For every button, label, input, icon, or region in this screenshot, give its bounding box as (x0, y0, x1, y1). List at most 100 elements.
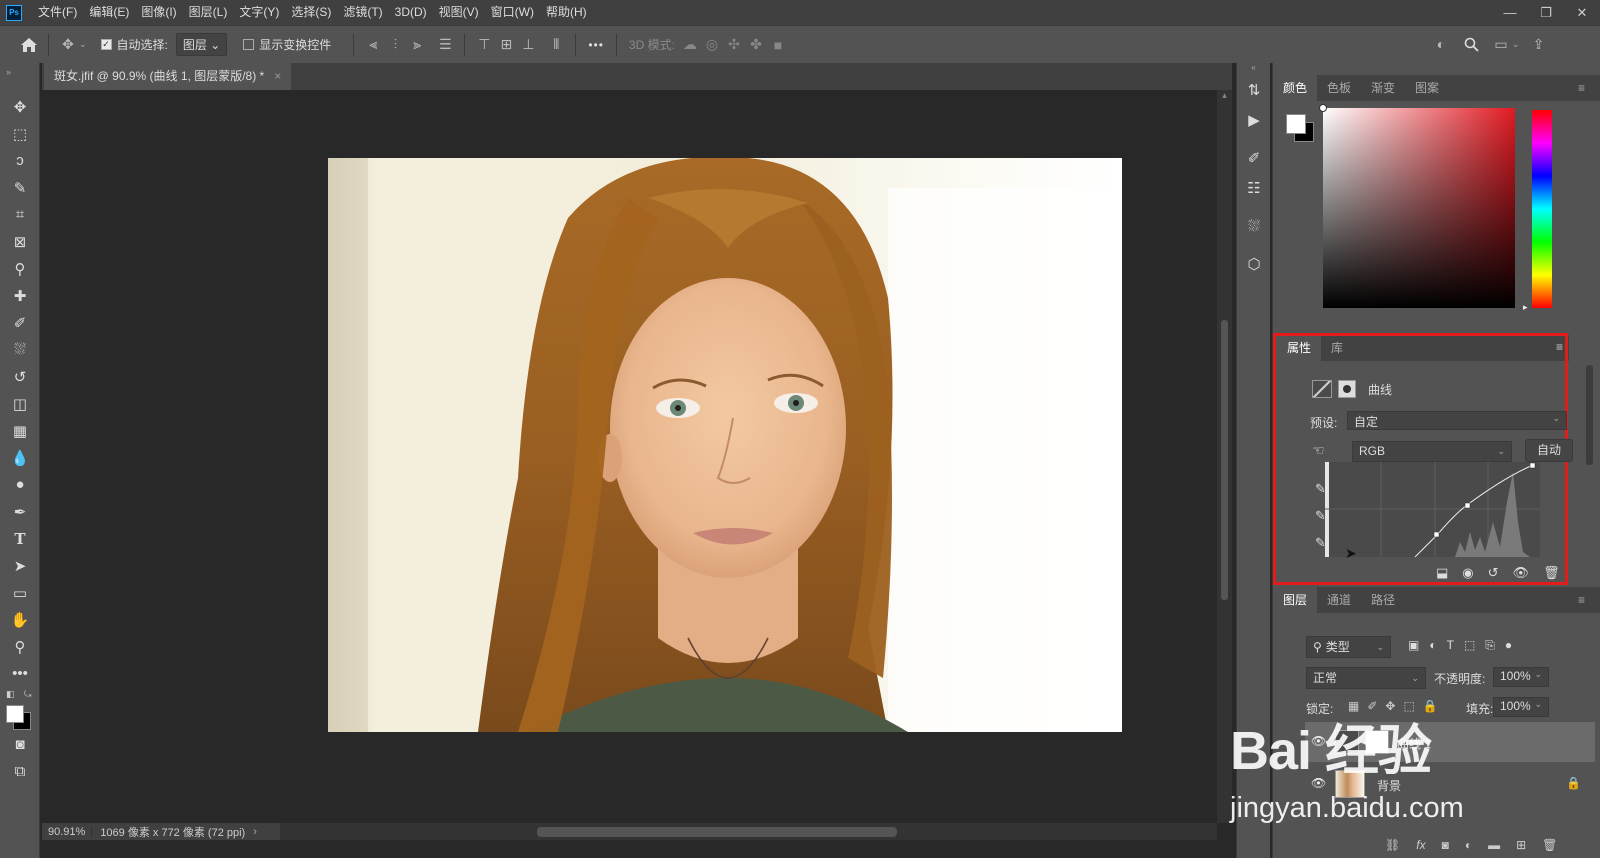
horizontal-scrollbar[interactable] (280, 823, 1217, 840)
blend-mode-dropdown[interactable]: 正常 ⌄ (1306, 667, 1426, 689)
menu-3d[interactable]: 3D(D) (389, 0, 433, 25)
marquee-tool-icon[interactable]: ⬚ (0, 120, 40, 147)
tab-patterns[interactable]: 图案 (1405, 75, 1449, 101)
lasso-tool-icon[interactable]: ↄ (0, 147, 40, 174)
panel-menu-icon[interactable]: ≡ (1568, 75, 1595, 101)
chevron-down-icon[interactable]: ⌄ (1512, 39, 1520, 50)
document-tab[interactable]: 斑女.jfif @ 90.9% (曲线 1, 图层蒙版/8) * × (44, 63, 292, 90)
more-options-button[interactable]: ••• (588, 38, 604, 52)
curves-graph[interactable] (1325, 462, 1540, 558)
hue-slider-handle[interactable]: ▸ (1523, 302, 1528, 313)
dodge-tool-icon[interactable]: ● (0, 471, 40, 498)
search-icon[interactable] (1460, 33, 1482, 55)
pen-tool-icon[interactable]: ✒ (0, 498, 40, 525)
workspace-icon[interactable]: ▭ (1490, 33, 1512, 55)
panel-menu-icon[interactable]: ≡ (1568, 587, 1595, 613)
quick-mask-icon[interactable]: ◙ (0, 731, 40, 758)
tab-channels[interactable]: 通道 (1317, 587, 1361, 613)
type-tool-icon[interactable]: T (0, 525, 40, 552)
blur-tool-icon[interactable]: 💧 (0, 444, 40, 471)
clone-stamp-tool-icon[interactable]: ⛆ (0, 336, 40, 363)
clone-source-icon[interactable]: ⛆ (1237, 211, 1271, 241)
home-icon[interactable] (18, 34, 40, 56)
fill-input[interactable]: 100% ⌄ (1493, 697, 1549, 717)
collapse-arrows-icon[interactable]: « (1237, 63, 1270, 75)
zoom-level[interactable]: 90.91% (42, 825, 93, 838)
tab-swatches[interactable]: 色板 (1317, 75, 1361, 101)
move-tool-icon[interactable]: ✥ (0, 93, 40, 120)
scroll-up-arrow-icon[interactable]: ▴ (1217, 90, 1232, 101)
tab-gradients[interactable]: 渐变 (1361, 75, 1405, 101)
adjustments-panel-icon[interactable]: ☷ (1237, 173, 1271, 203)
preset-dropdown[interactable]: 自定 ⌄ (1347, 411, 1567, 430)
healing-brush-tool-icon[interactable]: ✚ (0, 282, 40, 309)
gradient-tool-icon[interactable]: ▦ (0, 417, 40, 444)
tab-paths[interactable]: 路径 (1361, 587, 1405, 613)
foreground-color-swatch[interactable] (6, 705, 24, 723)
screen-mode-icon[interactable]: ⧉ (0, 758, 40, 785)
add-mask-icon[interactable]: ◙ (1442, 838, 1449, 852)
minimize-button[interactable]: — (1492, 0, 1528, 25)
show-transform-checkbox[interactable] (243, 39, 255, 50)
link-layers-icon[interactable]: ⛓ (1385, 838, 1400, 852)
history-panel-icon[interactable]: ⇅ (1237, 75, 1271, 105)
status-menu-arrow[interactable]: › (253, 826, 257, 838)
align-left-icon[interactable]: ⫷ (362, 34, 384, 56)
hand-tool-icon[interactable]: ✋ (0, 606, 40, 633)
restore-button[interactable]: ❐ (1528, 0, 1564, 25)
menu-edit[interactable]: 编辑(E) (83, 0, 135, 25)
properties-scrollbar[interactable] (1586, 365, 1593, 465)
auto-select-option[interactable]: ✓ 自动选择: 图层 ⌄ (100, 33, 228, 56)
align-right-icon[interactable]: ⫸ (406, 34, 428, 56)
curves-adjustment-icon[interactable] (1312, 380, 1332, 398)
collapse-arrows-icon[interactable]: » (0, 63, 39, 93)
align-top-icon[interactable]: ⊤ (473, 34, 495, 56)
foreground-color-swatch[interactable] (1286, 114, 1306, 134)
visibility-icon[interactable]: 👁 (1513, 565, 1530, 581)
swap-colors-icon[interactable]: ⤿ (24, 689, 32, 700)
menu-type[interactable]: 文字(Y) (233, 0, 285, 25)
vertical-scroll-thumb[interactable] (1221, 320, 1228, 600)
target-adjust-hand-icon[interactable]: ☜ (1312, 442, 1325, 459)
actions-panel-icon[interactable]: ▶ (1237, 105, 1271, 135)
adjustment-layer-filter-icon[interactable]: ◐ (1429, 638, 1436, 653)
document-image[interactable] (328, 158, 1122, 732)
path-select-tool-icon[interactable]: ➤ (0, 552, 40, 579)
align-vcenter-icon[interactable]: ⊞ (495, 34, 517, 56)
default-colors-icon[interactable]: ◧ (6, 689, 15, 700)
3d-orbit-icon[interactable]: ☁ (679, 34, 701, 56)
layer-filter-dropdown[interactable]: ⚲ 类型 ⌄ (1306, 636, 1391, 658)
menu-filter[interactable]: 滤镜(T) (337, 0, 388, 25)
chevron-down-icon[interactable]: ⌄ (79, 39, 87, 50)
color-picker-field[interactable] (1319, 104, 1515, 308)
auto-select-dropdown[interactable]: 图层 ⌄ (175, 33, 228, 56)
hue-slider[interactable] (1532, 110, 1552, 308)
auto-select-checkbox[interactable]: ✓ (100, 39, 112, 50)
close-button[interactable]: ✕ (1564, 0, 1600, 25)
fx-icon[interactable]: fx (1416, 838, 1425, 852)
edit-toolbar-icon[interactable]: ••• (0, 660, 40, 687)
distribute-vertical-icon[interactable]: ☰ (434, 34, 456, 56)
menu-layer[interactable]: 图层(L) (183, 0, 234, 25)
3d-camera-icon[interactable]: ■ (767, 34, 789, 56)
brush-settings-icon[interactable]: ✐ (1237, 143, 1271, 173)
tab-layers[interactable]: 图层 (1273, 587, 1318, 613)
new-group-icon[interactable]: ▬ (1488, 838, 1500, 852)
3d-slide-icon[interactable]: ✤ (745, 34, 767, 56)
channel-dropdown[interactable]: RGB ⌄ (1352, 441, 1512, 462)
eraser-tool-icon[interactable]: ◫ (0, 390, 40, 417)
menu-help[interactable]: 帮助(H) (540, 0, 593, 25)
smart-object-filter-icon[interactable]: ⎘ (1485, 638, 1495, 653)
delete-adjustment-icon[interactable]: 🗑 (1543, 565, 1560, 581)
color-swatches[interactable]: ◧ ⤿ (0, 687, 39, 731)
3d-roll-icon[interactable]: ◎ (701, 34, 723, 56)
menu-image[interactable]: 图像(I) (135, 0, 182, 25)
menu-select[interactable]: 选择(S) (285, 0, 337, 25)
reset-icon[interactable]: ↺ (1488, 565, 1499, 581)
auto-button[interactable]: 自动 (1525, 439, 1573, 462)
panel-menu-icon[interactable]: ≡ (1556, 340, 1563, 354)
eyedropper-tool-icon[interactable]: ⚲ (0, 255, 40, 282)
rectangle-tool-icon[interactable]: ▭ (0, 579, 40, 606)
shape-layer-filter-icon[interactable]: ⬚ (1464, 638, 1475, 653)
align-bottom-icon[interactable]: ⊥ (517, 34, 539, 56)
